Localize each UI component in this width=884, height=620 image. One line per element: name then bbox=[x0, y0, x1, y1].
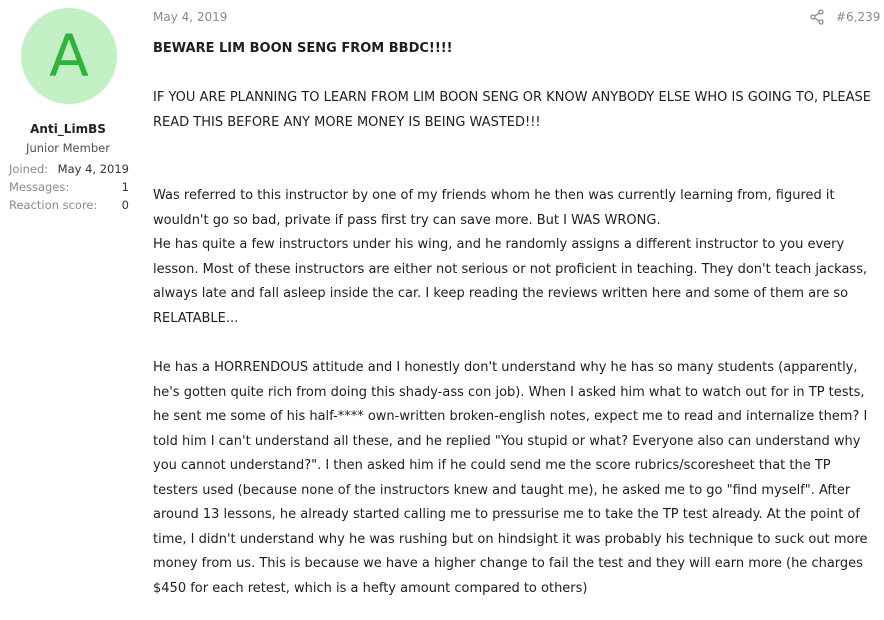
post-paragraph: Was referred to this instructor by one o… bbox=[153, 188, 835, 228]
stat-label: Messages: bbox=[9, 180, 70, 194]
stat-messages: Messages: 1 bbox=[9, 180, 129, 198]
stat-label: Joined: bbox=[9, 162, 49, 176]
stat-label: Reaction score: bbox=[9, 198, 98, 212]
post-paragraph: He has a HORRENDOUS attitude and I hones… bbox=[153, 360, 868, 596]
stat-value: 1 bbox=[121, 180, 129, 194]
stat-value: May 4, 2019 bbox=[57, 162, 129, 176]
user-title: Junior Member bbox=[26, 141, 110, 155]
username[interactable]: Anti_LimBS bbox=[0, 122, 136, 136]
user-stats: Joined: May 4, 2019 Messages: 1 Reaction… bbox=[9, 162, 129, 216]
stat-reaction-score: Reaction score: 0 bbox=[9, 198, 129, 216]
post-number-link[interactable]: #6,239 bbox=[836, 10, 880, 24]
avatar[interactable]: A bbox=[21, 8, 117, 104]
stat-joined: Joined: May 4, 2019 bbox=[9, 162, 129, 180]
stat-value: 0 bbox=[121, 198, 129, 212]
post-date[interactable]: May 4, 2019 bbox=[153, 10, 227, 24]
post-heading: BEWARE LIM BOON SENG FROM BBDC!!!! bbox=[153, 41, 453, 56]
share-icon[interactable] bbox=[810, 9, 824, 25]
post-paragraph: He has quite a few instructors under his… bbox=[153, 237, 868, 326]
post-paragraph: IF YOU ARE PLANNING TO LEARN FROM LIM BO… bbox=[153, 90, 871, 130]
